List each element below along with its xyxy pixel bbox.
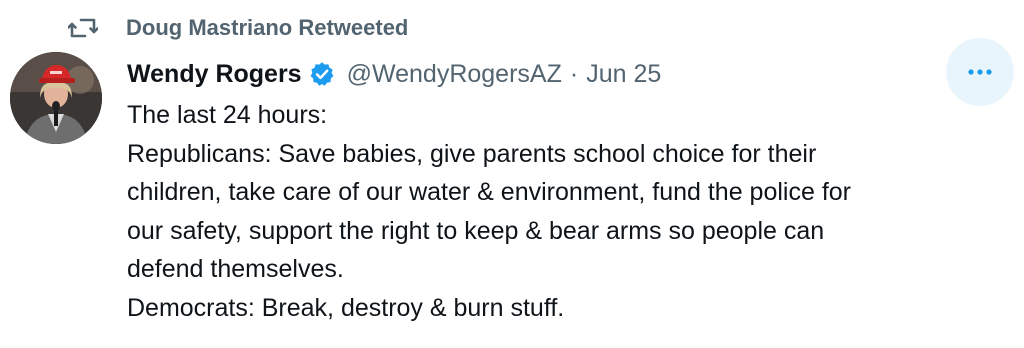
retweet-context: Doug Mastriano Retweeted bbox=[68, 12, 408, 44]
avatar[interactable] bbox=[10, 52, 102, 144]
tweet-text: The last 24 hours: Republicans: Save bab… bbox=[127, 96, 1007, 327]
more-horizontal-icon bbox=[968, 63, 992, 81]
tweet-header: Wendy Rogers @WendyRogersAZ · Jun 25 bbox=[127, 54, 661, 94]
retweet-icon bbox=[68, 12, 104, 44]
tweet-date[interactable]: Jun 25 bbox=[586, 60, 661, 89]
tweet-line: Republicans: Save babies, give parents s… bbox=[127, 139, 817, 168]
tweet-line: children, take care of our water & envir… bbox=[127, 178, 851, 206]
author-name[interactable]: Wendy Rogers bbox=[127, 60, 302, 89]
separator-dot: · bbox=[569, 59, 579, 88]
verified-badge-icon bbox=[309, 61, 335, 87]
tweet-line: The last 24 hours: bbox=[127, 101, 328, 129]
author-handle[interactable]: @WendyRogersAZ bbox=[347, 60, 562, 89]
tweet-line: our safety, support the right to keep & … bbox=[127, 216, 825, 245]
retweeted-by-link[interactable]: Doug Mastriano Retweeted bbox=[126, 15, 408, 41]
tweet-line: defend themselves. bbox=[127, 255, 344, 283]
tweet-line: Democrats: Break, destroy & burn stuff. bbox=[127, 293, 565, 322]
